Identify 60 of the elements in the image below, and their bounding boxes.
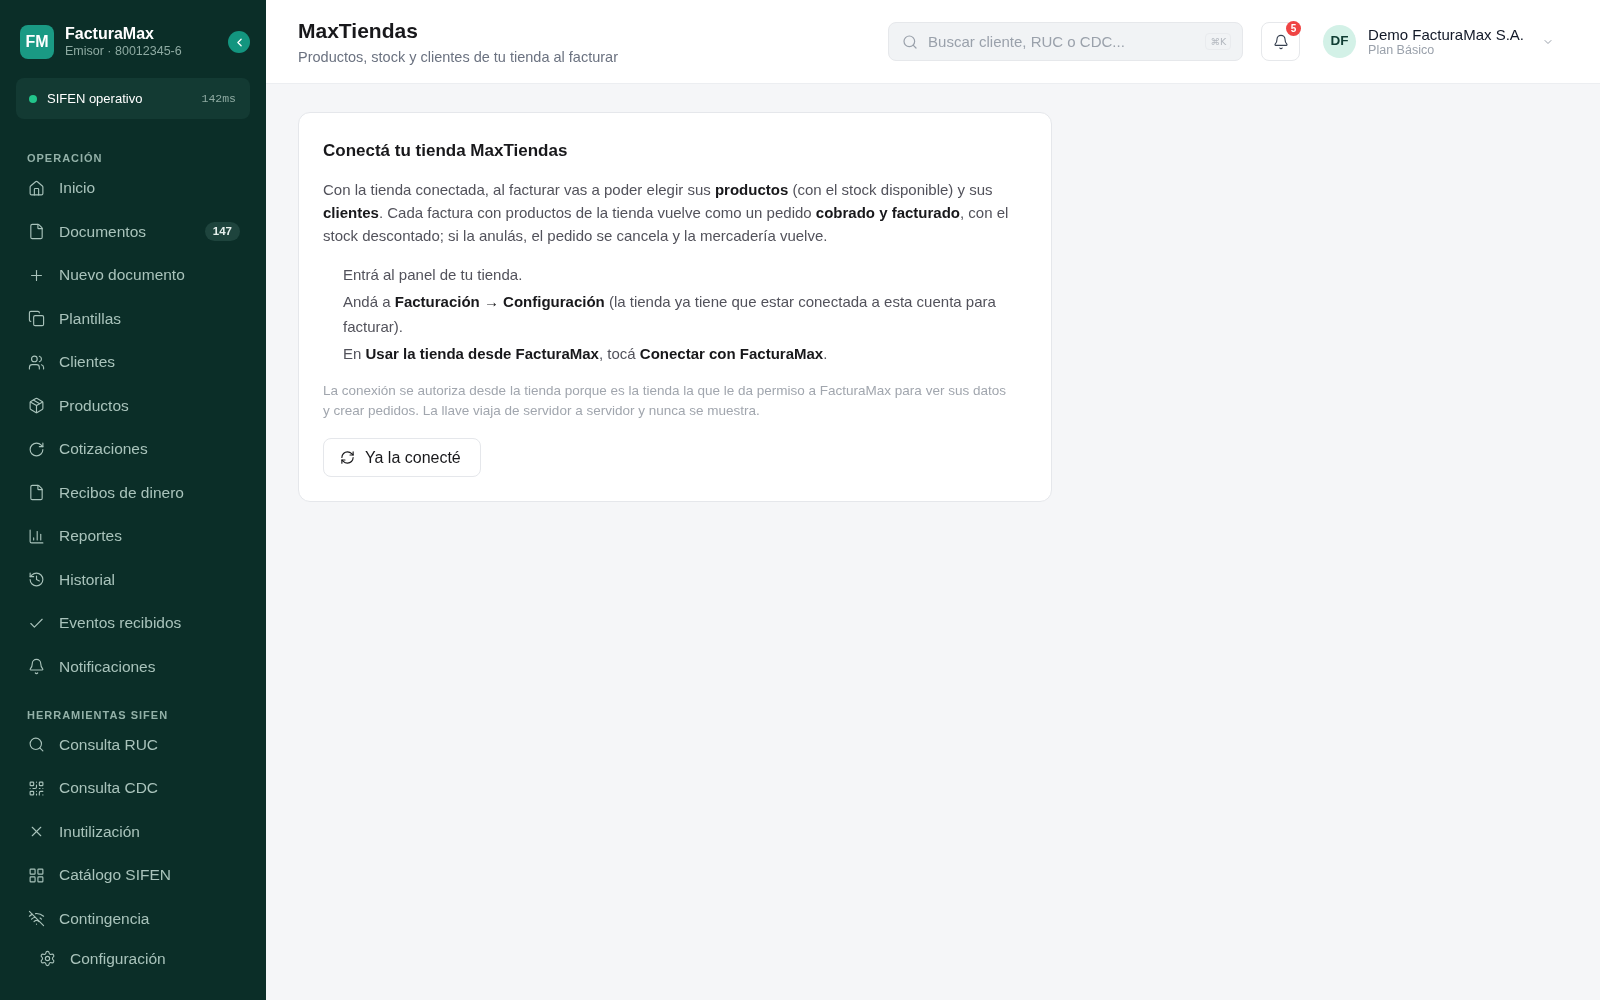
history-icon bbox=[28, 571, 45, 588]
sidebar-item[interactable]: Plantillas bbox=[16, 299, 250, 338]
collapse-button[interactable] bbox=[228, 31, 250, 53]
sidebar-item[interactable]: Nuevo documento bbox=[16, 256, 250, 294]
step-text: Andá a Facturación → Configuración (la tienda ya tiene que estar conectada a esta cuenta para facturar). bbox=[343, 291, 997, 337]
section-label: OPERACIÓN bbox=[26, 151, 104, 166]
sidebar-item[interactable]: Consulta CDC bbox=[16, 769, 250, 807]
sidebar-item[interactable]: Contingencia bbox=[16, 899, 250, 938]
sidebar-item[interactable]: Catálogo SIFEN bbox=[16, 856, 250, 894]
qr-code-icon bbox=[28, 779, 45, 797]
user-avatar: DF bbox=[1323, 25, 1357, 58]
latency-value: 142ms bbox=[201, 90, 236, 107]
sidebar-item[interactable]: Recibos de dinero bbox=[16, 473, 250, 512]
section-label: HERRAMIENTAS SIFEN bbox=[26, 707, 170, 723]
package-icon bbox=[28, 397, 45, 414]
sidebar-item[interactable]: Consulta RUC bbox=[16, 725, 250, 764]
count-badge: 147 bbox=[204, 222, 240, 241]
page-subtitle: Productos, stock y clientes de tu tienda al facturar bbox=[298, 47, 619, 67]
page-title: MaxTiendas bbox=[298, 17, 419, 44]
bar-chart-icon bbox=[28, 527, 45, 545]
sidebar-item[interactable]: Documentos 147 bbox=[16, 212, 250, 251]
shortcut-hint: ⌘K bbox=[1205, 33, 1232, 50]
sidebar-item[interactable]: Productos bbox=[16, 386, 250, 425]
search-icon bbox=[28, 736, 45, 753]
user-name: Demo FacturaMax S.A. bbox=[1368, 25, 1524, 43]
bell-icon bbox=[1272, 33, 1289, 50]
notifications-button[interactable] bbox=[1261, 22, 1301, 61]
file-icon bbox=[28, 223, 45, 240]
step-text: Entrá al panel de tu tienda. bbox=[343, 265, 524, 285]
file-icon bbox=[28, 484, 45, 501]
brand-name: FacturaMax bbox=[65, 24, 155, 43]
notification-count-badge: 5 bbox=[1286, 21, 1302, 36]
grid-icon bbox=[28, 866, 45, 884]
bell-icon bbox=[28, 658, 45, 675]
wifi-off-icon bbox=[28, 910, 45, 927]
home-icon bbox=[28, 179, 45, 197]
sidebar-item[interactable]: Clientes bbox=[16, 343, 250, 381]
copy-icon bbox=[28, 310, 45, 327]
users-icon bbox=[28, 353, 45, 371]
settings-icon bbox=[39, 950, 56, 967]
brand-subtitle: Emisor · 80012345-6 bbox=[65, 43, 183, 60]
status-label: SIFEN operativo bbox=[47, 89, 144, 108]
circular-arrow-icon bbox=[28, 440, 45, 458]
sidebar-item[interactable]: Inicio bbox=[16, 169, 250, 207]
refresh-icon bbox=[340, 450, 355, 465]
search-icon bbox=[902, 33, 919, 50]
brand-logo: FM bbox=[20, 25, 54, 59]
sidebar-item[interactable]: Notificaciones bbox=[16, 647, 250, 686]
sidebar-item[interactable]: Reportes bbox=[16, 517, 250, 555]
sidebar-item[interactable]: Eventos recibidos bbox=[16, 604, 250, 642]
sidebar-item[interactable]: Configuración bbox=[16, 939, 250, 978]
note-text: La conexión se autoriza desde la tienda porque es la tienda la que le da permiso a FacturaMax para ver sus datos y crear pedidos. La llave viaja de servidor a servidor y nunca se muestra. bbox=[323, 382, 1007, 420]
user-plan: Plan Básico bbox=[1368, 42, 1436, 58]
connected-button[interactable]: Ya la conecté bbox=[323, 438, 481, 477]
card-title: Conectá tu tienda MaxTiendas bbox=[323, 140, 569, 162]
step-text: En Usar la tienda desde FacturaMax, tocá Conectar con FacturaMax. bbox=[343, 343, 829, 364]
sidebar-item[interactable]: Inutilización bbox=[16, 812, 250, 851]
intro-paragraph: Con la tienda conectada, al facturar vas a poder elegir sus productos (con el stock disponible) y sus clientes. Cada factura con productos de la tienda vuelve como un pedido cobrado y facturado, con el stock descontado; si la anulás, el pedido se cancela y la mercadería vuelve. bbox=[323, 180, 1010, 246]
sidebar-item[interactable]: Historial bbox=[16, 560, 250, 599]
sidebar-item[interactable]: Cotizaciones bbox=[16, 430, 250, 468]
